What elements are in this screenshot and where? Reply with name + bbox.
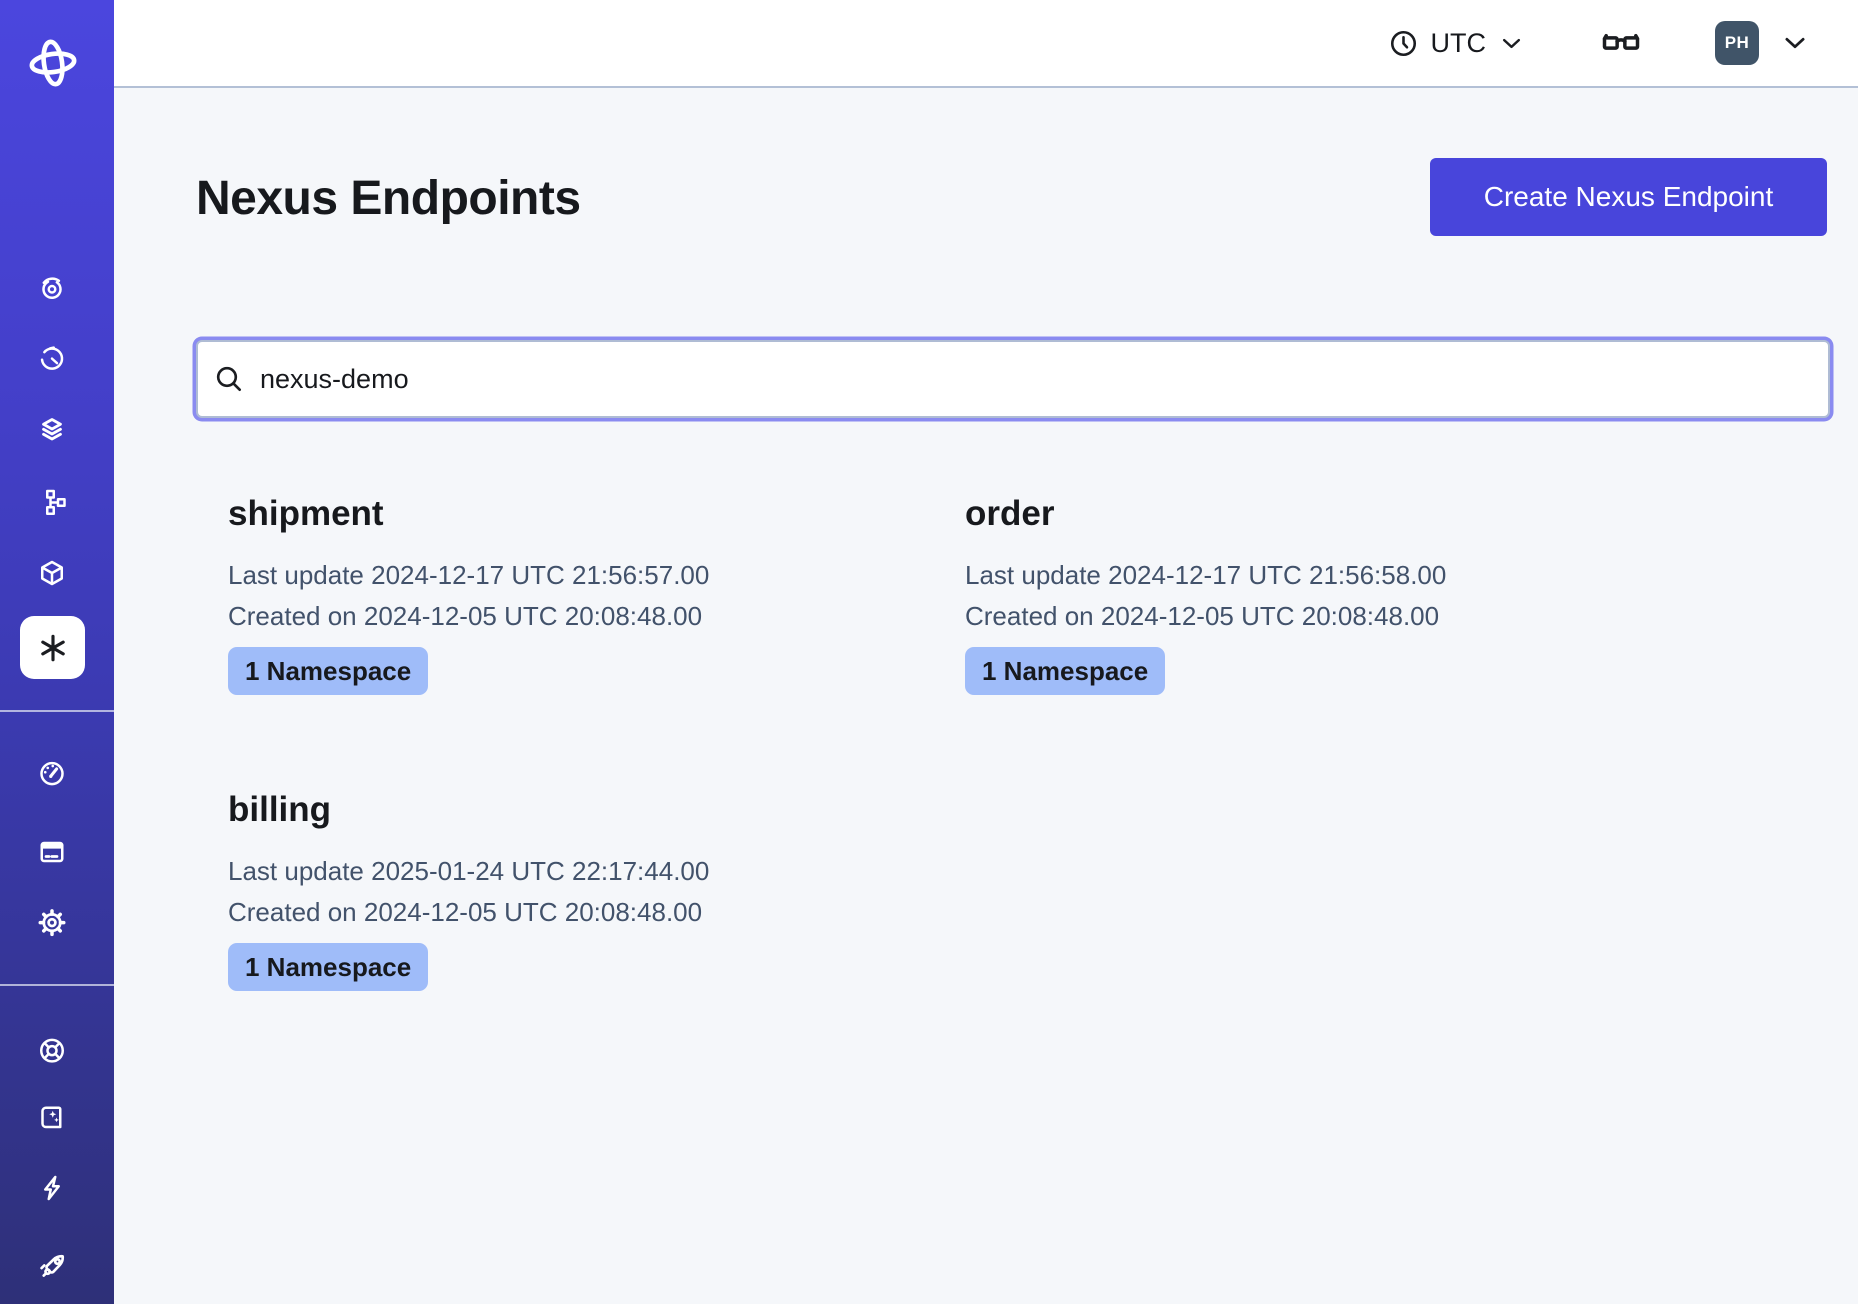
sidebar-item-stack[interactable]: [37, 415, 67, 445]
endpoint-name: shipment: [228, 494, 928, 534]
endpoint-last-update: Last update 2024-12-17 UTC 21:56:57.00: [228, 555, 928, 596]
timezone-selector[interactable]: UTC: [1388, 28, 1526, 59]
endpoint-created-on: Created on 2024-12-05 UTC 20:08:48.00: [228, 596, 928, 637]
sidebar-item-billing[interactable]: [37, 837, 67, 867]
endpoint-card-billing[interactable]: billing Last update 2025-01-24 UTC 22:17…: [228, 790, 928, 991]
sidebar-divider: [0, 710, 114, 712]
namespace-badge: 1 Namespace: [228, 943, 428, 991]
gear-icon: [37, 907, 67, 937]
endpoint-last-update: Last update 2024-12-17 UTC 21:56:58.00: [965, 555, 1665, 596]
sidebar-item-radar[interactable]: [37, 273, 67, 303]
create-nexus-endpoint-button[interactable]: Create Nexus Endpoint: [1430, 158, 1827, 236]
clock-icon: [1388, 28, 1419, 59]
chevron-down-icon: [1498, 30, 1525, 57]
lightning-icon: [37, 1173, 67, 1203]
user-menu[interactable]: PH: [1715, 21, 1810, 65]
endpoint-last-update: Last update 2025-01-24 UTC 22:17:44.00: [228, 851, 928, 892]
layers-icon: [37, 415, 67, 445]
browser-icon: [37, 837, 67, 867]
graph-icon: [37, 487, 67, 517]
endpoint-created-on: Created on 2024-12-05 UTC 20:08:48.00: [965, 596, 1665, 637]
cube-icon: [37, 558, 67, 588]
namespace-badge: 1 Namespace: [965, 647, 1165, 695]
sidebar-item-deployments[interactable]: [37, 558, 67, 588]
page-title: Nexus Endpoints: [196, 168, 581, 230]
namespace-badge: 1 Namespace: [228, 647, 428, 695]
chevron-down-icon: [1780, 28, 1810, 58]
lifebuoy-icon: [37, 1035, 67, 1065]
sidebar-item-batch[interactable]: [37, 487, 67, 517]
sidebar-item-docs[interactable]: [37, 1103, 67, 1133]
sidebar-item-usage[interactable]: [37, 758, 67, 788]
search-icon: [213, 363, 245, 395]
sidebar-item-schedules[interactable]: [37, 343, 67, 373]
topbar: UTC PH: [114, 0, 1858, 88]
search-input[interactable]: [260, 364, 1808, 395]
temporal-logo[interactable]: [22, 32, 84, 94]
sidebar-item-quickstart[interactable]: [37, 1173, 67, 1203]
sidebar-item-support[interactable]: [37, 1035, 67, 1065]
avatar: PH: [1715, 21, 1759, 65]
nexus-endpoints-page: UTC PH Nexus Endpoints Create Nexus Endp…: [0, 0, 1858, 1304]
radar-icon: [37, 273, 67, 303]
endpoint-name: order: [965, 494, 1665, 534]
endpoint-name: billing: [228, 790, 928, 830]
sidebar-item-settings[interactable]: [37, 907, 67, 937]
glasses-icon: [1599, 26, 1643, 60]
gauge-icon: [37, 758, 67, 788]
endpoint-card-shipment[interactable]: shipment Last update 2024-12-17 UTC 21:5…: [228, 494, 928, 695]
nexus-asterisk-icon: [35, 630, 71, 666]
sidebar-item-getting-started[interactable]: [36, 1251, 68, 1283]
labs-mode-toggle[interactable]: [1599, 26, 1643, 60]
sidebar-item-nexus-selected[interactable]: [20, 616, 85, 679]
search-box: [196, 340, 1830, 418]
timezone-label: UTC: [1431, 28, 1487, 59]
rocket-icon: [36, 1251, 68, 1283]
book-icon: [37, 1103, 67, 1133]
sidebar-divider: [0, 984, 114, 986]
sidebar: [0, 0, 114, 1304]
timer-icon: [37, 343, 67, 373]
endpoint-created-on: Created on 2024-12-05 UTC 20:08:48.00: [228, 892, 928, 933]
endpoint-card-order[interactable]: order Last update 2024-12-17 UTC 21:56:5…: [965, 494, 1665, 695]
temporal-logo-icon: [22, 32, 84, 94]
